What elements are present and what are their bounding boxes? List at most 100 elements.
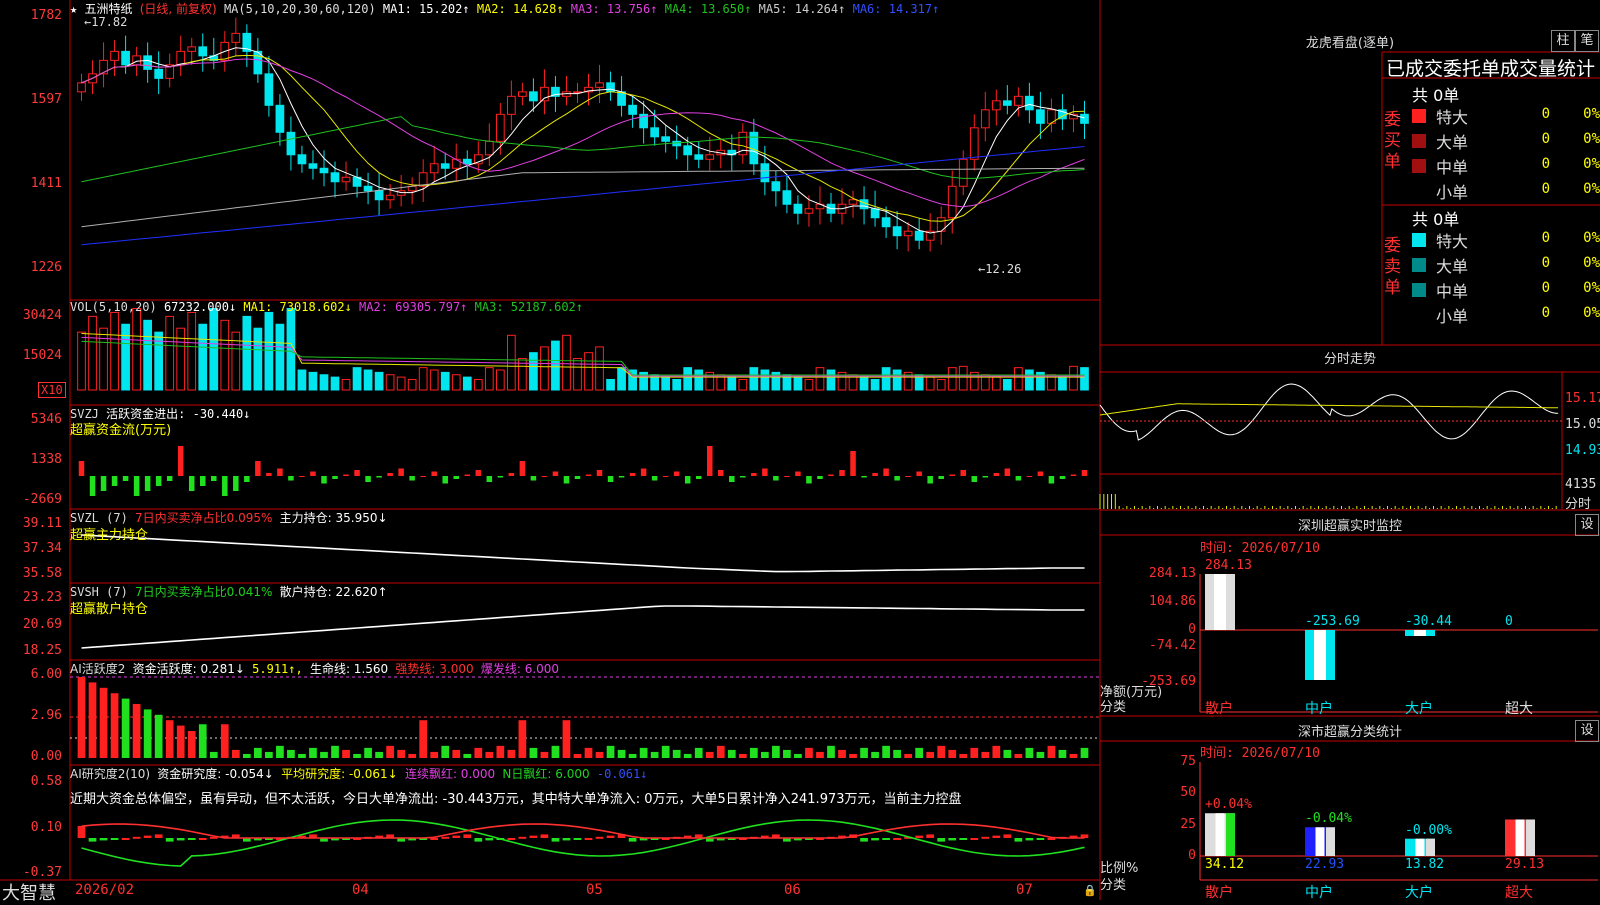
vol-bar	[363, 369, 373, 391]
order-pct: 0%	[1583, 230, 1600, 246]
ai-research-bar	[551, 838, 560, 842]
svzj-bar	[486, 476, 493, 482]
ai-active-bar	[948, 749, 957, 758]
svzj-bar	[100, 476, 107, 491]
vol-unit[interactable]: X10	[38, 382, 66, 398]
sz-class-settings-button[interactable]: 设	[1575, 720, 1599, 742]
lock-icon[interactable]: 🔒	[1083, 884, 1097, 897]
vol-bar	[881, 367, 891, 391]
ma3-value: MA3: 13.756↑	[570, 2, 658, 16]
svzj-bar	[244, 476, 250, 482]
stock-name[interactable]: 五洲特纸	[84, 2, 132, 16]
ai-research-nday: N日飘红: 6.000	[502, 767, 590, 781]
svzj-bar	[255, 461, 261, 476]
ai-active-bar	[694, 747, 703, 758]
sz-monitor-bar-highlight	[1214, 574, 1226, 630]
candle-body	[980, 109, 990, 129]
svzl-ratio: 7日内买卖净占比0.095%	[135, 511, 273, 525]
ma-line	[81, 167, 1085, 228]
ai-research-bar	[959, 838, 968, 840]
candle-body	[187, 46, 197, 52]
ai-active-bar	[716, 745, 725, 758]
ai-research-bar	[165, 838, 174, 842]
app-brand: 大智慧	[2, 883, 56, 904]
svzj-bar	[508, 473, 515, 476]
svzj-bar	[497, 476, 504, 478]
ai-active-bar	[242, 753, 251, 758]
vol-bar	[88, 315, 97, 391]
candle-body	[1014, 95, 1023, 106]
ai-active-bar	[485, 751, 494, 758]
sz-class-xlabel: 分类	[1100, 878, 1127, 893]
sz-monitor-settings-button[interactable]: 设	[1575, 514, 1599, 536]
sz-class-delta: +0.04%	[1205, 797, 1252, 813]
ai-active-bar	[871, 751, 879, 758]
svzl-line	[81, 534, 1085, 573]
ai-active-bar	[805, 747, 813, 758]
ai-active-bar	[187, 731, 196, 758]
svzj-bar	[762, 468, 768, 476]
xaxis-label: 2026/02	[75, 882, 135, 898]
ai-active-bar	[904, 753, 912, 758]
ai-active-bar	[474, 747, 483, 758]
sz-monitor-ytick: 104.86	[1149, 594, 1196, 609]
vol-bar	[892, 369, 902, 391]
candle-body	[132, 55, 141, 66]
ai-active-bar	[165, 720, 174, 758]
svzj-bar	[78, 461, 85, 476]
candle-body	[540, 86, 549, 102]
xaxis-label: 05	[586, 882, 603, 898]
svzj-bar	[1037, 471, 1044, 476]
vol-bar	[341, 378, 351, 391]
tick-mode-button[interactable]: 笔	[1575, 30, 1599, 52]
svzj-bar	[993, 473, 1000, 476]
vol-bar	[738, 378, 748, 391]
candle-body	[1002, 100, 1012, 106]
order-color-swatch	[1412, 283, 1426, 297]
ma-line	[81, 54, 1085, 222]
vol-bar	[529, 352, 538, 391]
ai-research-bar	[110, 838, 119, 840]
kline-header: ★ 五洲特纸 (日线, 前复权) MA(5,10,20,30,60,120) M…	[70, 0, 939, 17]
vol-bar	[815, 367, 825, 391]
order-pct: 0%	[1583, 106, 1600, 122]
sz-class-ytick: 75	[1180, 754, 1196, 769]
sz-class-category: 大户	[1405, 885, 1433, 901]
candle-body	[892, 226, 902, 237]
vol-bar	[429, 369, 439, 391]
vol-bar	[374, 371, 384, 391]
column-mode-button[interactable]: 柱	[1551, 30, 1575, 52]
ai-active-bar	[419, 720, 428, 758]
ai-active-bar	[849, 753, 857, 758]
candle-body	[518, 91, 527, 97]
svzj-bar	[1026, 476, 1033, 477]
candle-body	[991, 100, 1001, 111]
ma4-value: MA4: 13.650↑	[664, 2, 752, 16]
vol-bar	[319, 374, 329, 391]
svzj-bar	[662, 476, 669, 477]
svzj-bar	[706, 446, 713, 476]
sz-monitor-ytick: 0	[1188, 622, 1196, 637]
candle-body	[1036, 109, 1045, 124]
vol-value: 67232.000↓	[163, 300, 237, 314]
kline-mode[interactable]: (日线, 前复权)	[140, 2, 217, 16]
svzj-bar	[122, 476, 129, 481]
svzj-bar	[905, 476, 911, 477]
ai-active-bar	[1025, 747, 1034, 758]
svzj-bar	[431, 471, 437, 476]
intraday-vol-unit: 分时	[1565, 497, 1592, 512]
ai-active-ytick: 6.00	[30, 667, 62, 682]
vol-bar	[495, 369, 505, 391]
candle-body	[429, 163, 439, 174]
ai-active-bar	[397, 749, 405, 758]
ai-active-bar	[298, 753, 306, 758]
kline-ytick: 1597	[30, 92, 62, 107]
ai-active-bar	[551, 745, 560, 758]
ai-research-bar	[176, 838, 185, 841]
ai-active-bar	[265, 751, 273, 758]
ai-active-bar	[1014, 753, 1023, 758]
order-size-label: 特大	[1436, 232, 1469, 251]
candle-body	[275, 104, 285, 133]
ai-active-bar	[661, 745, 670, 758]
svsh-ytick: 23.23	[22, 590, 62, 605]
